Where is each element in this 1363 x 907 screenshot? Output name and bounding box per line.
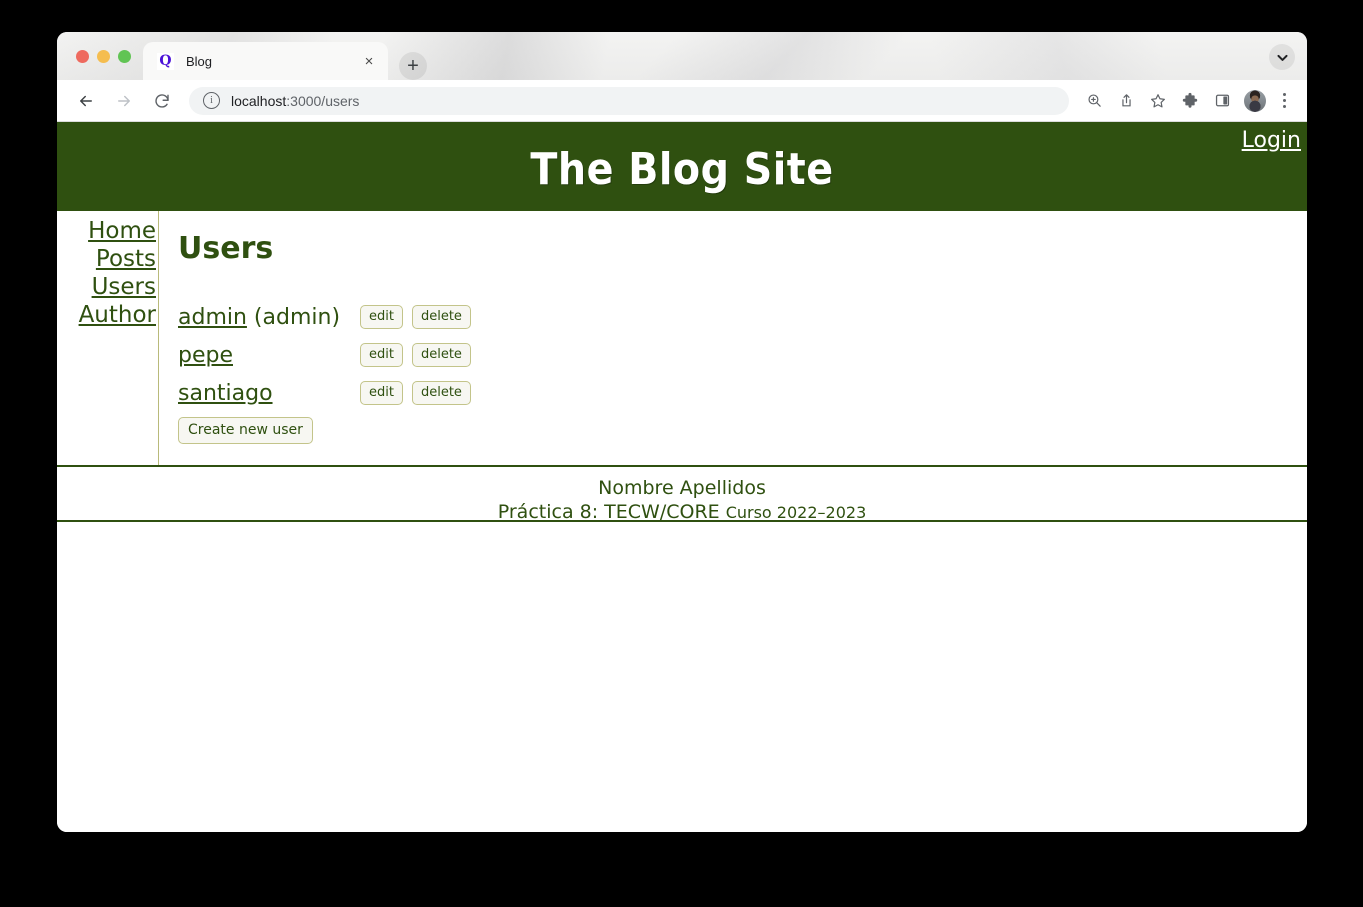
maximize-window-button[interactable]	[118, 50, 131, 63]
table-row: santiago edit delete	[178, 374, 1307, 412]
main-content: Users admin (admin) edit delete pepe edi…	[160, 211, 1307, 465]
sidebar-item-posts[interactable]: Posts	[57, 245, 158, 273]
star-bookmark-icon[interactable]	[1143, 86, 1173, 116]
page-viewport: The Blog Site Login Home Posts Users Aut…	[57, 122, 1307, 832]
site-footer: Nombre Apellidos Práctica 8: TECW/CORE C…	[57, 467, 1307, 525]
site-header: The Blog Site Login	[57, 122, 1307, 211]
browser-window: Q Blog × + i localhost:3000/users The Bl…	[57, 32, 1307, 832]
user-role-label: (admin)	[246, 304, 341, 330]
sidebar-nav: Home Posts Users Author	[57, 211, 159, 465]
chevron-down-icon[interactable]	[1269, 44, 1295, 70]
footer-course-main: Práctica 8: TECW/CORE	[497, 501, 720, 523]
delete-button[interactable]: delete	[411, 305, 471, 329]
table-row: pepe edit delete	[178, 336, 1307, 374]
delete-button[interactable]: delete	[411, 343, 471, 367]
footer-author: Nombre Apellidos	[598, 477, 766, 499]
user-name-cell: pepe	[178, 343, 360, 368]
address-bar[interactable]: i localhost:3000/users	[189, 86, 1069, 115]
info-circle-icon[interactable]: i	[203, 92, 220, 109]
window-traffic-lights	[76, 50, 131, 63]
address-bar-url: localhost:3000/users	[231, 92, 360, 109]
puzzle-extensions-icon[interactable]	[1175, 86, 1205, 116]
new-tab-button[interactable]: +	[399, 52, 427, 80]
sidebar-item-home[interactable]: Home	[57, 217, 158, 245]
user-link[interactable]: admin	[178, 305, 247, 330]
sidebar-item-author[interactable]: Author	[57, 301, 158, 329]
side-panel-icon[interactable]	[1207, 86, 1237, 116]
delete-button[interactable]: delete	[411, 381, 471, 405]
tab-title: Blog	[186, 53, 213, 69]
page-blank-area	[57, 522, 1307, 822]
edit-button[interactable]: edit	[360, 305, 403, 329]
browser-tab[interactable]: Q Blog ×	[143, 42, 388, 80]
minimize-window-button[interactable]	[97, 50, 110, 63]
footer-course: Práctica 8: TECW/CORE Curso 2022–2023	[57, 500, 1307, 525]
close-window-button[interactable]	[76, 50, 89, 63]
user-name-cell: admin (admin)	[178, 305, 360, 330]
page-title: Users	[178, 231, 274, 266]
profile-avatar[interactable]	[1244, 89, 1266, 112]
table-row: admin (admin) edit delete	[178, 298, 1307, 336]
site-title: The Blog Site	[530, 144, 834, 195]
create-new-user-button[interactable]: Create new user	[178, 417, 313, 444]
page-body: Home Posts Users Author Users admin (adm…	[57, 211, 1307, 467]
footer-course-year: Curso 2022–2023	[725, 503, 867, 522]
toolbar-actions	[1079, 86, 1307, 116]
browser-tab-strip: Q Blog × +	[57, 32, 1307, 80]
login-link[interactable]: Login	[1242, 128, 1301, 153]
back-arrow-icon[interactable]	[71, 86, 101, 116]
three-dot-menu-icon[interactable]	[1273, 86, 1295, 116]
edit-button[interactable]: edit	[360, 343, 403, 367]
browser-toolbar: i localhost:3000/users	[57, 80, 1307, 122]
user-name-cell: santiago	[178, 381, 360, 406]
share-icon[interactable]	[1111, 86, 1141, 116]
tab-favicon-icon: Q	[157, 52, 174, 70]
forward-arrow-icon[interactable]	[109, 86, 139, 116]
user-link[interactable]: pepe	[178, 343, 233, 368]
reload-icon[interactable]	[147, 86, 177, 116]
close-tab-icon[interactable]: ×	[360, 52, 378, 70]
edit-button[interactable]: edit	[360, 381, 403, 405]
zoom-search-icon[interactable]	[1079, 86, 1109, 116]
user-link[interactable]: santiago	[178, 381, 273, 406]
sidebar-item-users[interactable]: Users	[57, 273, 158, 301]
